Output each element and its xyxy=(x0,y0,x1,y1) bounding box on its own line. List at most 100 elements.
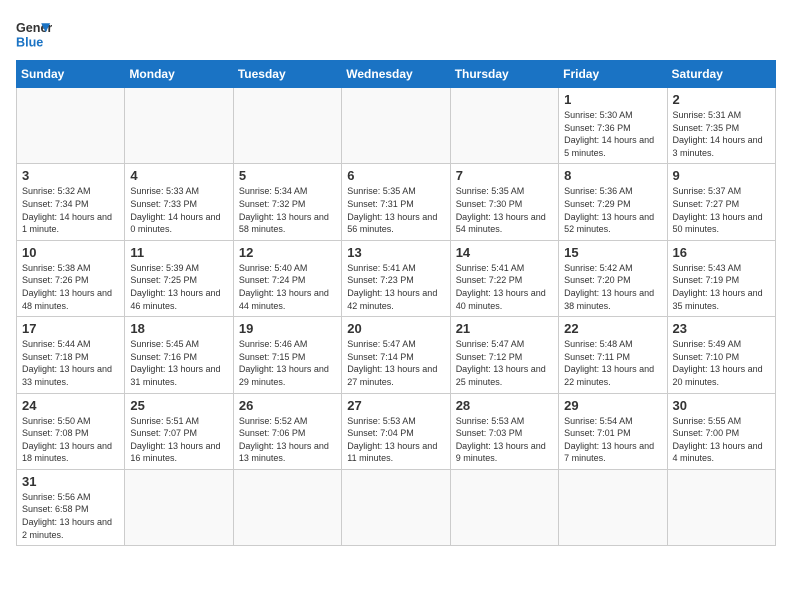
day-info: Sunrise: 5:33 AM Sunset: 7:33 PM Dayligh… xyxy=(130,185,227,235)
day-number: 14 xyxy=(456,245,553,260)
day-number: 30 xyxy=(673,398,770,413)
day-info: Sunrise: 5:49 AM Sunset: 7:10 PM Dayligh… xyxy=(673,338,770,388)
day-number: 18 xyxy=(130,321,227,336)
weekday-header-wednesday: Wednesday xyxy=(342,61,450,88)
day-number: 23 xyxy=(673,321,770,336)
calendar-cell xyxy=(559,469,667,545)
day-number: 20 xyxy=(347,321,444,336)
calendar-cell xyxy=(450,469,558,545)
day-info: Sunrise: 5:31 AM Sunset: 7:35 PM Dayligh… xyxy=(673,109,770,159)
day-number: 1 xyxy=(564,92,661,107)
day-info: Sunrise: 5:38 AM Sunset: 7:26 PM Dayligh… xyxy=(22,262,119,312)
day-info: Sunrise: 5:37 AM Sunset: 7:27 PM Dayligh… xyxy=(673,185,770,235)
day-info: Sunrise: 5:51 AM Sunset: 7:07 PM Dayligh… xyxy=(130,415,227,465)
calendar-week-row: 24 Sunrise: 5:50 AM Sunset: 7:08 PM Dayli… xyxy=(17,393,776,469)
day-number: 5 xyxy=(239,168,336,183)
calendar-cell: 7 Sunrise: 5:35 AM Sunset: 7:30 PM Daylig… xyxy=(450,164,558,240)
calendar-cell: 19 Sunrise: 5:46 AM Sunset: 7:15 PM Dayli… xyxy=(233,317,341,393)
calendar-table: SundayMondayTuesdayWednesdayThursdayFrid… xyxy=(16,60,776,546)
logo: General Blue xyxy=(16,16,52,52)
day-number: 26 xyxy=(239,398,336,413)
day-info: Sunrise: 5:54 AM Sunset: 7:01 PM Dayligh… xyxy=(564,415,661,465)
calendar-cell: 18 Sunrise: 5:45 AM Sunset: 7:16 PM Dayli… xyxy=(125,317,233,393)
day-info: Sunrise: 5:53 AM Sunset: 7:03 PM Dayligh… xyxy=(456,415,553,465)
calendar-cell: 10 Sunrise: 5:38 AM Sunset: 7:26 PM Dayli… xyxy=(17,240,125,316)
weekday-header-tuesday: Tuesday xyxy=(233,61,341,88)
weekday-header-saturday: Saturday xyxy=(667,61,775,88)
calendar-cell: 14 Sunrise: 5:41 AM Sunset: 7:22 PM Dayli… xyxy=(450,240,558,316)
calendar-cell: 1Sunrise: 5:30 AM Sunset: 7:36 PM Daylig… xyxy=(559,88,667,164)
day-info: Sunrise: 5:35 AM Sunset: 7:31 PM Dayligh… xyxy=(347,185,444,235)
calendar-cell: 23 Sunrise: 5:49 AM Sunset: 7:10 PM Dayli… xyxy=(667,317,775,393)
day-info: Sunrise: 5:46 AM Sunset: 7:15 PM Dayligh… xyxy=(239,338,336,388)
svg-text:Blue: Blue xyxy=(16,36,43,50)
calendar-cell: 17 Sunrise: 5:44 AM Sunset: 7:18 PM Dayli… xyxy=(17,317,125,393)
day-number: 3 xyxy=(22,168,119,183)
day-number: 12 xyxy=(239,245,336,260)
calendar-cell xyxy=(450,88,558,164)
day-info: Sunrise: 5:45 AM Sunset: 7:16 PM Dayligh… xyxy=(130,338,227,388)
day-info: Sunrise: 5:43 AM Sunset: 7:19 PM Dayligh… xyxy=(673,262,770,312)
calendar-cell: 27Sunrise: 5:53 AM Sunset: 7:04 PM Dayli… xyxy=(342,393,450,469)
day-info: Sunrise: 5:36 AM Sunset: 7:29 PM Dayligh… xyxy=(564,185,661,235)
calendar-cell: 11Sunrise: 5:39 AM Sunset: 7:25 PM Dayli… xyxy=(125,240,233,316)
weekday-header-monday: Monday xyxy=(125,61,233,88)
day-number: 24 xyxy=(22,398,119,413)
calendar-week-row: 1Sunrise: 5:30 AM Sunset: 7:36 PM Daylig… xyxy=(17,88,776,164)
day-number: 29 xyxy=(564,398,661,413)
calendar-week-row: 17 Sunrise: 5:44 AM Sunset: 7:18 PM Dayli… xyxy=(17,317,776,393)
day-info: Sunrise: 5:56 AM Sunset: 6:58 PM Dayligh… xyxy=(22,491,119,541)
day-info: Sunrise: 5:41 AM Sunset: 7:23 PM Dayligh… xyxy=(347,262,444,312)
day-number: 21 xyxy=(456,321,553,336)
calendar-cell xyxy=(233,469,341,545)
calendar-week-row: 10 Sunrise: 5:38 AM Sunset: 7:26 PM Dayli… xyxy=(17,240,776,316)
weekday-header-friday: Friday xyxy=(559,61,667,88)
page-header: General Blue xyxy=(16,16,776,52)
calendar-cell: 12Sunrise: 5:40 AM Sunset: 7:24 PM Dayli… xyxy=(233,240,341,316)
day-number: 7 xyxy=(456,168,553,183)
calendar-cell: 26 Sunrise: 5:52 AM Sunset: 7:06 PM Dayli… xyxy=(233,393,341,469)
calendar-cell: 2Sunrise: 5:31 AM Sunset: 7:35 PM Daylig… xyxy=(667,88,775,164)
day-number: 9 xyxy=(673,168,770,183)
logo-icon: General Blue xyxy=(16,16,52,52)
weekday-header-sunday: Sunday xyxy=(17,61,125,88)
calendar-week-row: 3 Sunrise: 5:32 AM Sunset: 7:34 PM Daylig… xyxy=(17,164,776,240)
day-number: 19 xyxy=(239,321,336,336)
day-info: Sunrise: 5:52 AM Sunset: 7:06 PM Dayligh… xyxy=(239,415,336,465)
day-info: Sunrise: 5:41 AM Sunset: 7:22 PM Dayligh… xyxy=(456,262,553,312)
calendar-cell: 31 Sunrise: 5:56 AM Sunset: 6:58 PM Dayli… xyxy=(17,469,125,545)
day-info: Sunrise: 5:50 AM Sunset: 7:08 PM Dayligh… xyxy=(22,415,119,465)
calendar-cell xyxy=(342,469,450,545)
day-number: 11 xyxy=(130,245,227,260)
day-number: 16 xyxy=(673,245,770,260)
weekday-header-thursday: Thursday xyxy=(450,61,558,88)
calendar-cell xyxy=(17,88,125,164)
calendar-cell xyxy=(125,88,233,164)
calendar-cell: 20 Sunrise: 5:47 AM Sunset: 7:14 PM Dayli… xyxy=(342,317,450,393)
day-info: Sunrise: 5:47 AM Sunset: 7:14 PM Dayligh… xyxy=(347,338,444,388)
calendar-cell xyxy=(125,469,233,545)
day-info: Sunrise: 5:47 AM Sunset: 7:12 PM Dayligh… xyxy=(456,338,553,388)
day-number: 4 xyxy=(130,168,227,183)
day-number: 6 xyxy=(347,168,444,183)
day-info: Sunrise: 5:44 AM Sunset: 7:18 PM Dayligh… xyxy=(22,338,119,388)
day-info: Sunrise: 5:35 AM Sunset: 7:30 PM Dayligh… xyxy=(456,185,553,235)
day-number: 25 xyxy=(130,398,227,413)
calendar-cell: 3 Sunrise: 5:32 AM Sunset: 7:34 PM Daylig… xyxy=(17,164,125,240)
calendar-cell xyxy=(233,88,341,164)
calendar-cell: 24 Sunrise: 5:50 AM Sunset: 7:08 PM Dayli… xyxy=(17,393,125,469)
calendar-week-row: 31 Sunrise: 5:56 AM Sunset: 6:58 PM Dayli… xyxy=(17,469,776,545)
calendar-cell: 4 Sunrise: 5:33 AM Sunset: 7:33 PM Daylig… xyxy=(125,164,233,240)
day-number: 31 xyxy=(22,474,119,489)
day-info: Sunrise: 5:48 AM Sunset: 7:11 PM Dayligh… xyxy=(564,338,661,388)
day-info: Sunrise: 5:32 AM Sunset: 7:34 PM Dayligh… xyxy=(22,185,119,235)
day-number: 10 xyxy=(22,245,119,260)
calendar-cell: 25 Sunrise: 5:51 AM Sunset: 7:07 PM Dayli… xyxy=(125,393,233,469)
calendar-cell xyxy=(667,469,775,545)
day-number: 17 xyxy=(22,321,119,336)
day-number: 15 xyxy=(564,245,661,260)
calendar-cell: 9 Sunrise: 5:37 AM Sunset: 7:27 PM Daylig… xyxy=(667,164,775,240)
calendar-cell: 28Sunrise: 5:53 AM Sunset: 7:03 PM Dayli… xyxy=(450,393,558,469)
calendar-cell: 30Sunrise: 5:55 AM Sunset: 7:00 PM Dayli… xyxy=(667,393,775,469)
calendar-cell: 8Sunrise: 5:36 AM Sunset: 7:29 PM Daylig… xyxy=(559,164,667,240)
